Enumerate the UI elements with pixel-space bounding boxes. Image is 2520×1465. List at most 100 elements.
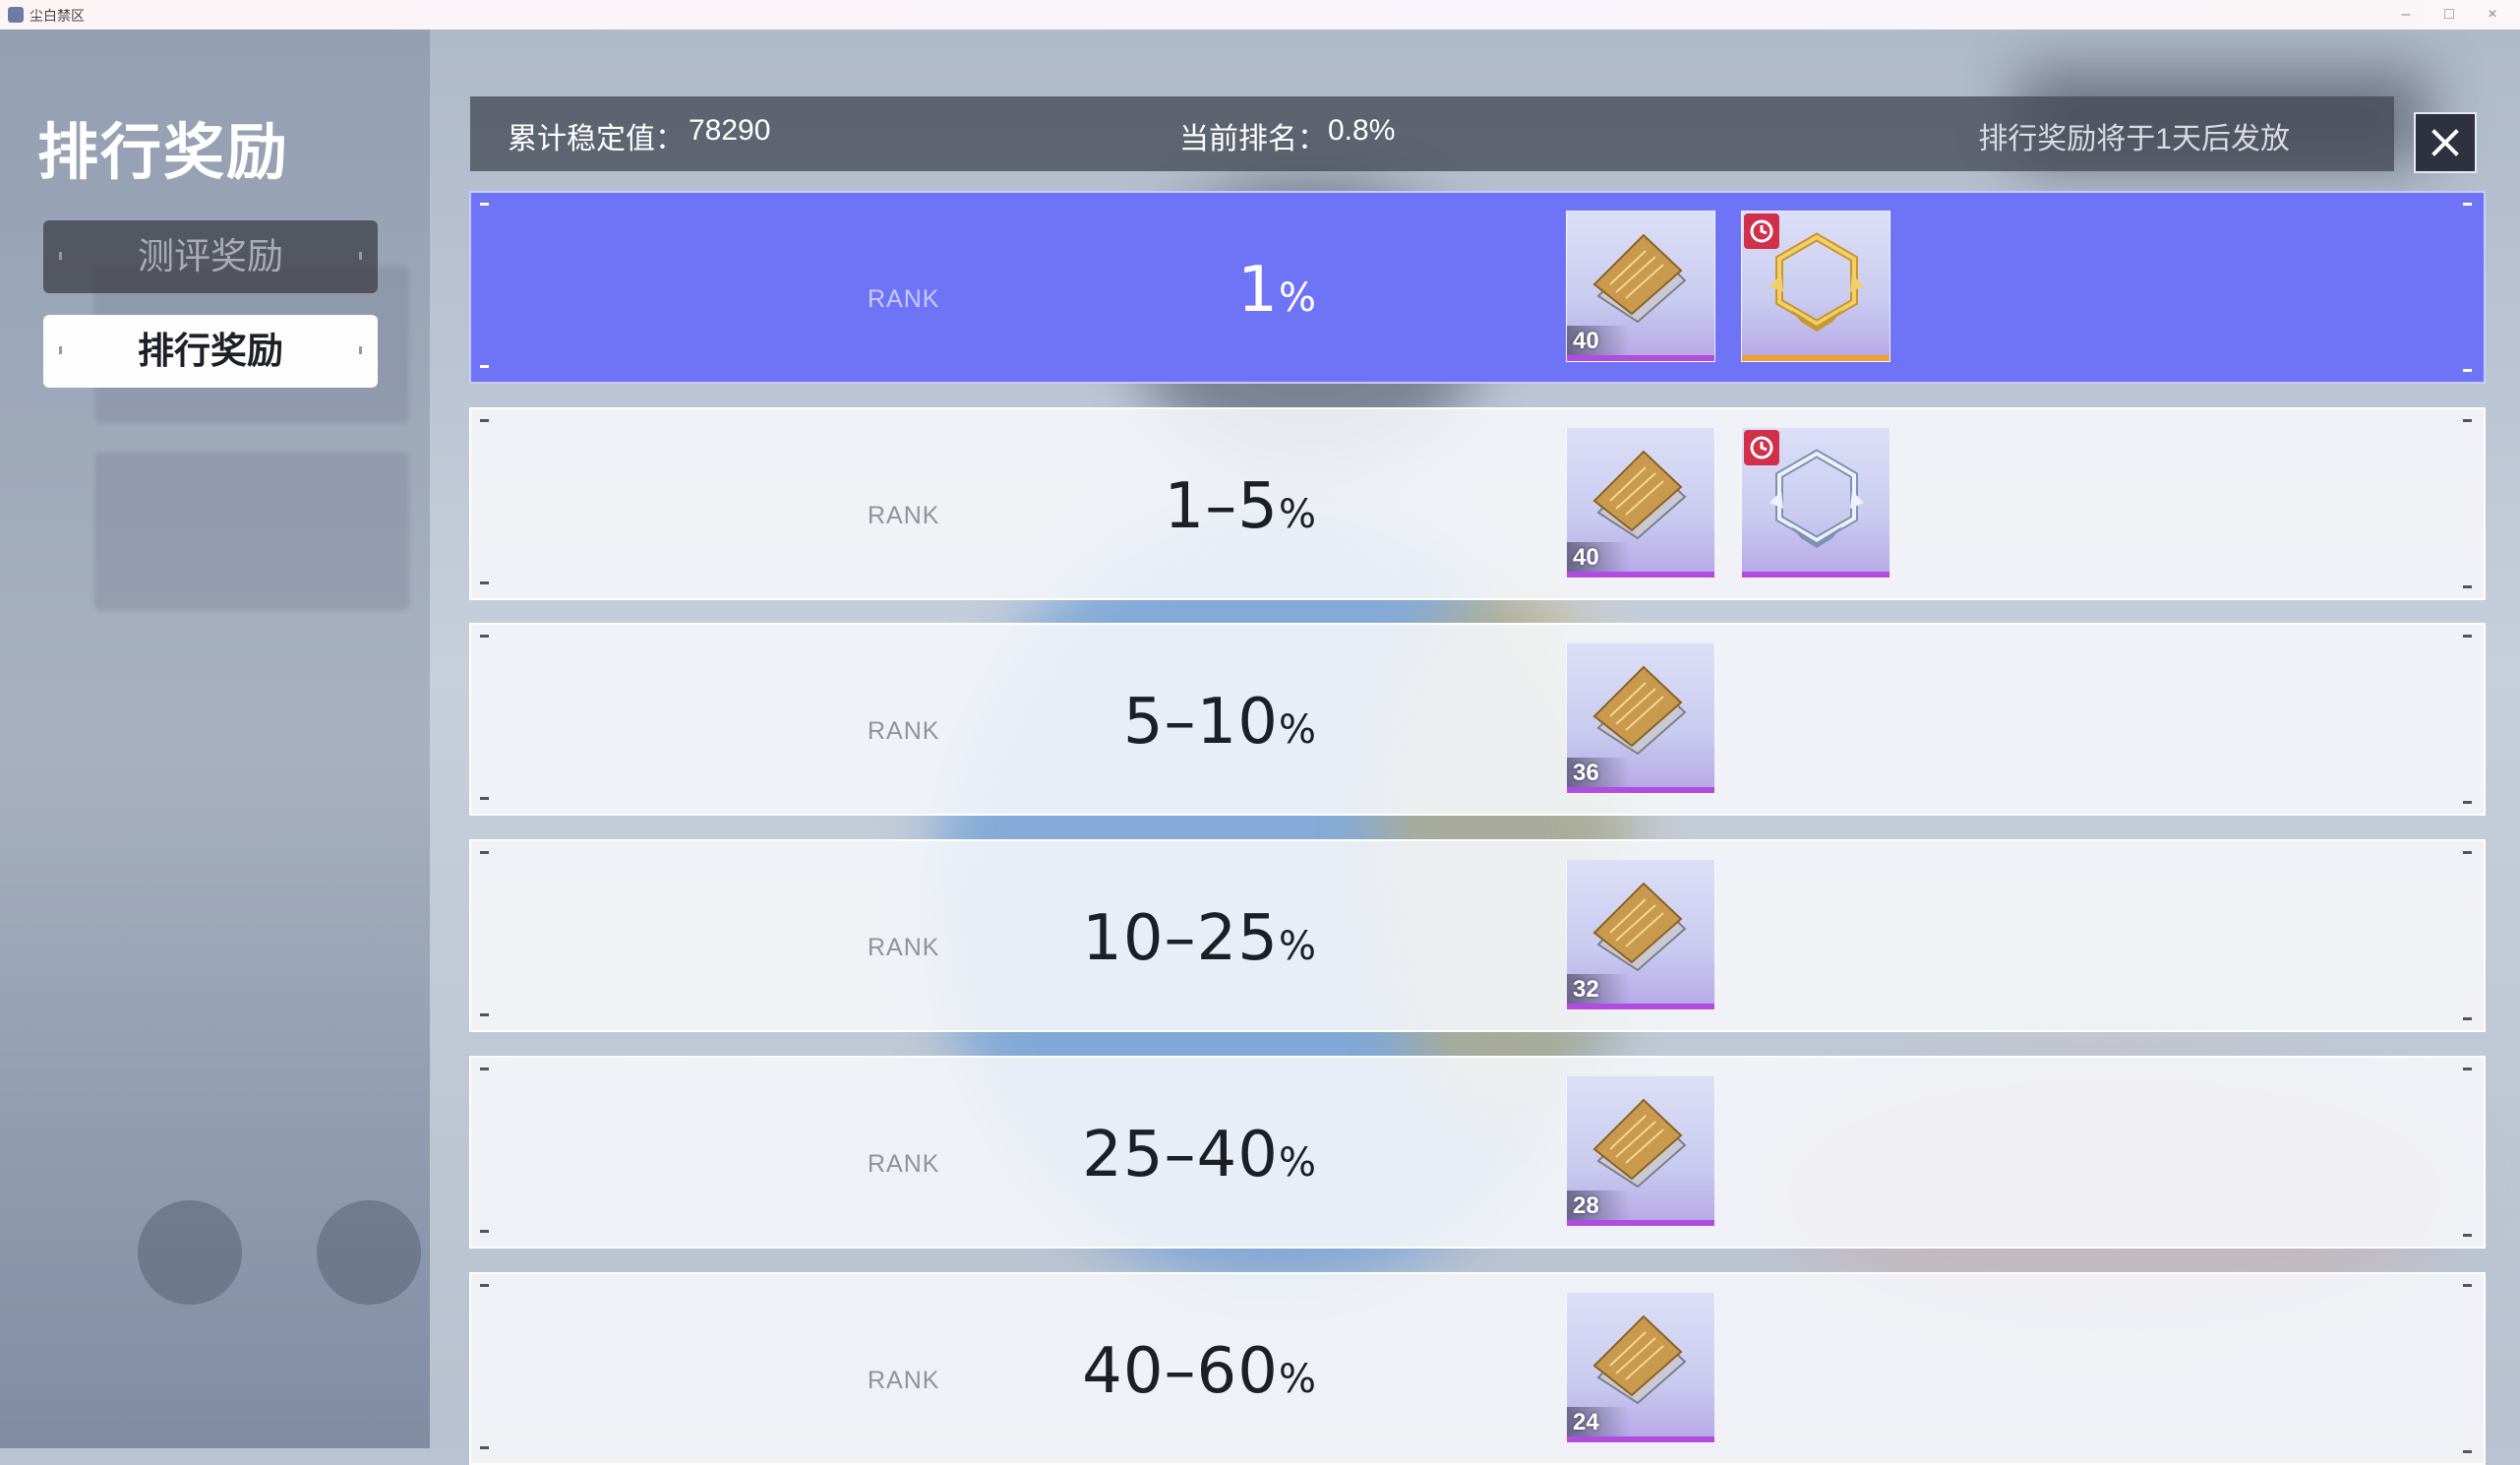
rarity-bar <box>1567 355 1714 361</box>
rarity-bar <box>1567 787 1714 793</box>
corner-mark <box>480 635 489 638</box>
card-pack-art <box>1592 1314 1687 1405</box>
tab-ranking-rewards[interactable]: 排行奖励 <box>43 315 378 388</box>
reward-item-card-pack[interactable]: 40 <box>1566 427 1715 579</box>
current-rank-value: 0.8% <box>1328 114 1396 147</box>
rank-range-percent: % <box>1278 1357 1317 1402</box>
reward-item-card-pack[interactable]: 28 <box>1566 1075 1715 1227</box>
rank-range: 1–5% <box>1165 470 1317 543</box>
corner-mark <box>480 1013 489 1016</box>
app-icon <box>8 7 24 23</box>
rank-range-value: 1 <box>1237 254 1279 327</box>
rarity-bar <box>1567 1004 1714 1009</box>
reward-count: 28 <box>1573 1192 1599 1219</box>
corner-mark <box>480 1284 489 1287</box>
rarity-bar <box>1567 1436 1714 1442</box>
rarity-bar <box>1742 355 1890 361</box>
tab-tick <box>359 346 362 354</box>
rank-range-percent: % <box>1278 707 1317 753</box>
rarity-bar <box>1567 572 1714 578</box>
reward-notice: 排行奖励将于1天后发放 <box>1978 123 2290 155</box>
card-pack-art <box>1592 882 1687 972</box>
rank-range-percent: % <box>1278 492 1317 537</box>
card-pack-art <box>1592 233 1687 324</box>
maximize-button[interactable]: □ <box>2430 4 2469 26</box>
corner-mark <box>2463 1017 2472 1020</box>
rank-range-percent: % <box>1278 924 1317 969</box>
reward-item-card-pack[interactable]: 32 <box>1566 859 1715 1010</box>
reward-tier-row: 10–25% RANK 32 <box>469 839 2486 1032</box>
tab-label: 排行奖励 <box>138 331 283 371</box>
rank-label: RANK <box>868 1150 940 1178</box>
rank-range-value: 1–5 <box>1164 470 1279 543</box>
rank-range: 10–25% <box>1082 902 1317 975</box>
corner-mark <box>2463 203 2472 206</box>
window-title-bar: 尘白禁区 – □ × <box>0 0 2520 31</box>
close-icon <box>2431 129 2459 156</box>
rank-label: RANK <box>868 285 940 313</box>
corner-mark <box>480 419 489 422</box>
reward-item-card-pack[interactable]: 36 <box>1566 642 1715 794</box>
rank-range-percent: % <box>1278 275 1317 321</box>
corner-mark <box>480 1068 489 1070</box>
reward-item-gold-frame[interactable] <box>1741 211 1890 362</box>
corner-mark <box>2463 635 2472 638</box>
corner-mark <box>480 365 489 368</box>
rank-label: RANK <box>868 1367 940 1394</box>
rank-range: 25–40% <box>1082 1119 1317 1191</box>
tab-label: 测评奖励 <box>138 236 283 276</box>
reward-tier-row: 40–60% RANK 24 <box>469 1272 2486 1465</box>
corner-mark <box>2463 585 2472 588</box>
rarity-bar <box>1742 572 1890 578</box>
stability-value: 78290 <box>689 114 771 147</box>
rank-range-value: 25–40 <box>1082 1119 1279 1191</box>
window-title: 尘白禁区 <box>30 8 85 24</box>
reward-count: 36 <box>1573 760 1599 786</box>
corner-mark <box>480 1230 489 1233</box>
rank-range: 40–60% <box>1082 1335 1317 1408</box>
page-title: 排行奖励 <box>37 119 290 187</box>
corner-mark <box>480 851 489 854</box>
rarity-bar <box>1567 1220 1714 1226</box>
rank-label: RANK <box>868 934 940 961</box>
reward-tier-row: 5–10% RANK 36 <box>469 623 2486 816</box>
rank-range-percent: % <box>1278 1140 1317 1186</box>
reward-item-card-pack[interactable]: 24 <box>1566 1292 1715 1443</box>
timed-badge <box>1744 430 1779 465</box>
stability-label: 累计稳定值： <box>508 123 685 155</box>
corner-mark <box>2463 369 2472 372</box>
corner-mark <box>2463 1234 2472 1237</box>
reward-tier-row: 1% RANK 40 <box>469 191 2486 384</box>
window-close-button[interactable]: × <box>2473 4 2512 26</box>
card-pack-art <box>1592 665 1687 756</box>
tab-tick <box>59 252 62 260</box>
tab-evaluation-rewards[interactable]: 测评奖励 <box>43 220 378 293</box>
rank-label: RANK <box>868 502 940 529</box>
reward-count: 32 <box>1573 976 1599 1003</box>
corner-mark <box>2463 851 2472 854</box>
reward-tier-row: 1–5% RANK 40 <box>469 407 2486 600</box>
tab-tick <box>59 346 62 354</box>
card-pack-art <box>1592 1098 1687 1189</box>
background-avatar <box>317 1200 421 1305</box>
corner-mark <box>2463 801 2472 804</box>
rank-range-value: 10–25 <box>1082 902 1279 975</box>
background-avatar <box>138 1200 242 1305</box>
background-card <box>94 453 409 610</box>
minimize-button[interactable]: – <box>2386 4 2426 26</box>
rank-range-value: 40–60 <box>1082 1335 1279 1408</box>
reward-count: 40 <box>1573 544 1599 571</box>
reward-item-silver-frame[interactable] <box>1741 427 1890 579</box>
timed-badge <box>1744 214 1779 249</box>
current-rank-label: 当前排名： <box>1179 123 1327 155</box>
rank-range-value: 5–10 <box>1122 686 1279 759</box>
reward-item-card-pack[interactable]: 40 <box>1566 211 1715 362</box>
close-button[interactable] <box>2414 112 2477 173</box>
corner-mark <box>480 797 489 800</box>
tab-tick <box>359 252 362 260</box>
corner-mark <box>480 203 489 206</box>
clock-icon <box>1750 219 1773 243</box>
rank-label: RANK <box>868 717 940 745</box>
corner-mark <box>2463 419 2472 422</box>
corner-mark <box>480 581 489 584</box>
